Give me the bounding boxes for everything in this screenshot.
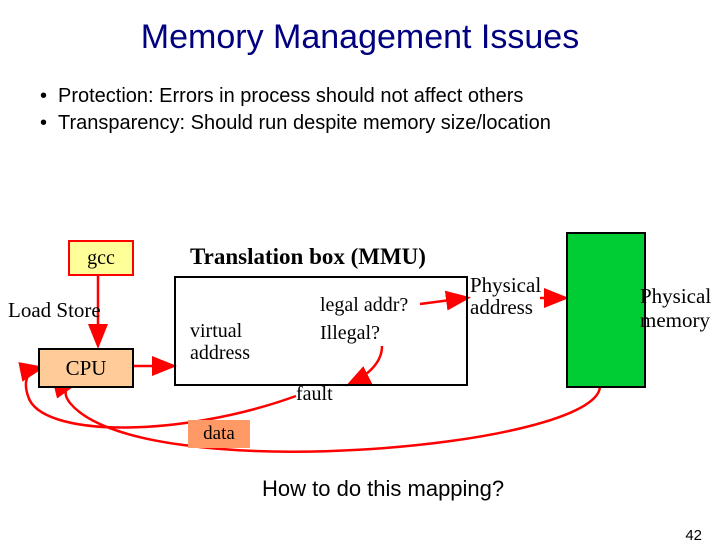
- pa-line2: address: [470, 295, 533, 319]
- bullet-item-transparency: •Transparency: Should run despite memory…: [40, 112, 720, 135]
- load-store-label: Load Store: [8, 298, 101, 323]
- va-line1: virtual: [190, 320, 242, 342]
- gcc-process-box: gcc: [68, 240, 134, 276]
- page-number: 42: [685, 527, 702, 544]
- cpu-box: CPU: [38, 348, 134, 388]
- illegal-label: Illegal?: [320, 322, 380, 345]
- bullet-text-2: Transparency: Should run despite memory …: [58, 112, 551, 134]
- physical-address-label: Physical address: [470, 274, 541, 318]
- virtual-address-label: virtual address: [190, 320, 250, 364]
- pmem-line1: Physical: [640, 284, 711, 308]
- bullet-item-protection: •Protection: Errors in process should no…: [40, 85, 720, 108]
- mmu-title: Translation box (MMU): [190, 244, 426, 270]
- legal-addr-label: legal addr?: [320, 294, 408, 317]
- slide-title: Memory Management Issues: [0, 18, 720, 57]
- bullet-list: •Protection: Errors in process should no…: [40, 85, 720, 135]
- va-line2: address: [190, 342, 250, 364]
- pa-line1: Physical: [470, 273, 541, 297]
- data-box: data: [188, 420, 250, 448]
- pmem-line2: memory: [640, 308, 710, 332]
- physical-memory-box: [566, 232, 646, 388]
- physical-memory-label: Physical memory: [640, 284, 720, 332]
- diagram-stage: gcc Load Store CPU Translation box (MMU)…: [0, 228, 720, 488]
- fault-label: fault: [296, 383, 333, 406]
- mapping-question: How to do this mapping?: [262, 476, 504, 502]
- bullet-text-1: Protection: Errors in process should not…: [58, 85, 523, 107]
